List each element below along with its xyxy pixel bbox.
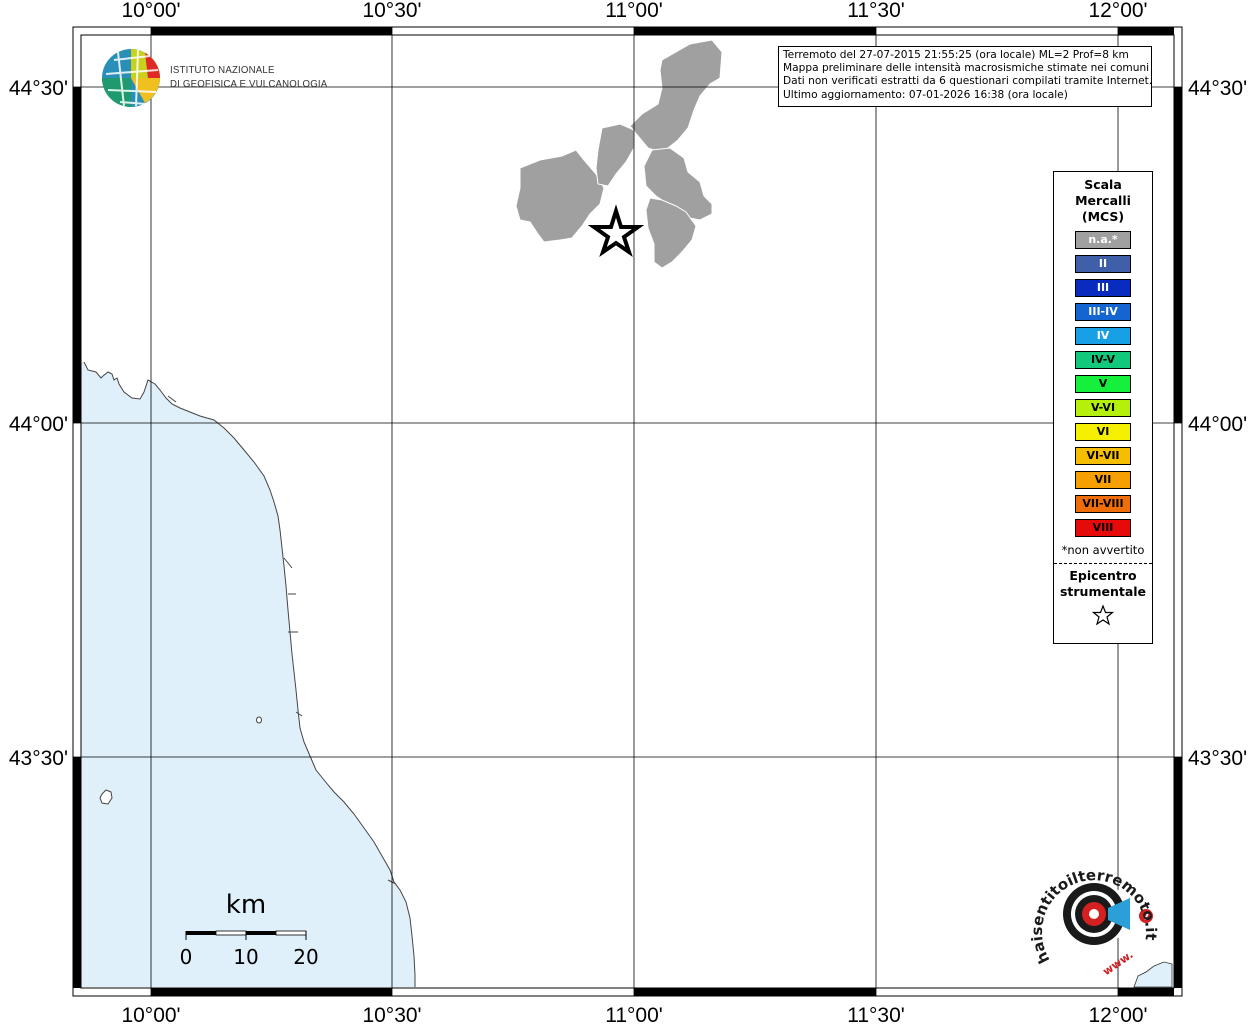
lon-label-top-5: 12°00' (1088, 0, 1147, 22)
legend-title-line3: (MCS) (1081, 209, 1125, 224)
hsit-logo-icon: ? haisentitoilterremoto.it www. (1028, 866, 1160, 978)
event-info-line2: Mappa preliminare delle intensità macros… (783, 62, 1150, 75)
legend-item-ii: II (1075, 255, 1131, 273)
legend-items: n.a.* II III III-IV IV IV-V V V-VI VI VI-VII VII VI… (1054, 231, 1152, 537)
mcs-legend: Scala Mercalli (MCS) n.a.* II III III-IV IV I… (1053, 171, 1153, 644)
lon-label-bottom-1: 10°00' (121, 1004, 180, 1024)
epicenter-star-icon[interactable] (587, 204, 645, 258)
legend-title-line1: Scala (1084, 177, 1122, 192)
longitude-labels-top: 10°00' 10°30' 11°00' 11°30' 12°00' (121, 0, 1147, 22)
municipality-center[interactable] (595, 123, 635, 187)
sea-patch-east (1133, 961, 1173, 988)
latitude-labels-right: 44°30' 44°00' 43°30' (1188, 77, 1247, 770)
legend-item-v-vi: V-VI (1075, 399, 1131, 417)
legend-item-vi: VI (1075, 423, 1131, 441)
lon-label-bottom-4: 11°30' (847, 1004, 905, 1024)
legend-divider (1054, 563, 1152, 564)
legend-note: *non avvertito (1061, 543, 1145, 557)
lon-label-bottom-2: 10°30' (362, 1004, 421, 1024)
legend-item-iii-iv: III-IV (1075, 303, 1131, 321)
legend-item-v: V (1075, 375, 1131, 393)
scale-tick-10: 10 (233, 945, 258, 969)
legend-title: Scala Mercalli (MCS) (1054, 177, 1152, 225)
islet (256, 716, 262, 724)
ingv-logo-line1: ISTITUTO NAZIONALE (170, 64, 275, 76)
lat-label-right-2: 44°00' (1188, 413, 1247, 436)
event-info-box: Terremoto del 27-07-2015 21:55:25 (ora l… (778, 46, 1152, 107)
event-info-line3: Dati non verificati estratti da 6 questi… (783, 75, 1152, 88)
lat-label-left-2: 44°00' (9, 413, 68, 436)
legend-item-n-a: n.a.* (1075, 231, 1131, 249)
legend-item-iii: III (1075, 279, 1131, 297)
legend-item-iv-v: IV-V (1075, 351, 1131, 369)
lon-label-top-2: 10°30' (362, 0, 421, 22)
ingv-logo-line2: DI GEOFISICA E VULCANOLOGIA (170, 78, 328, 90)
scale-unit: km (226, 890, 266, 920)
scale-tick-20: 20 (293, 945, 318, 969)
ingv-logo-icon (102, 49, 160, 107)
lat-label-left-3: 43°30' (9, 747, 68, 770)
municipality-west[interactable] (515, 149, 605, 243)
legend-item-vii-viii: VII-VIII (1075, 495, 1131, 513)
legend-title-line2: Mercalli (1075, 193, 1131, 208)
lon-label-top-4: 11°30' (847, 0, 905, 22)
legend-item-viii: VIII (1075, 519, 1131, 537)
legend-item-vii: VII (1075, 471, 1131, 489)
scale-tick-0: 0 (180, 945, 193, 969)
lon-label-top-3: 11°00' (605, 0, 663, 22)
legend-item-vi-vii: VI-VII (1075, 447, 1131, 465)
legend-epicenter-label: Epicentro strumentale (1054, 568, 1152, 600)
latitude-labels-left: 44°30' 44°00' 43°30' (9, 77, 68, 770)
event-info-line4: Ultimo aggiornamento: 07-01-2026 16:38 (… (783, 88, 1068, 101)
lat-label-right-1: 44°30' (1188, 77, 1247, 100)
legend-star-icon (1054, 604, 1152, 630)
ingv-logo-text: ISTITUTO NAZIONALE DI GEOFISICA E VULCAN… (170, 63, 327, 91)
lon-label-bottom-3: 11°00' (605, 1004, 663, 1024)
lat-label-right-3: 43°30' (1188, 747, 1247, 770)
legend-epicenter-line2: strumentale (1059, 584, 1147, 599)
longitude-labels-bottom: 10°00' 10°30' 11°00' 11°30' 12°00' (121, 1004, 1147, 1024)
lon-label-bottom-5: 12°00' (1088, 1004, 1147, 1024)
municipality-north[interactable] (629, 39, 723, 153)
event-info-line1: Terremoto del 27-07-2015 21:55:25 (ora l… (783, 49, 1129, 61)
lat-label-left-1: 44°30' (9, 77, 68, 100)
lon-label-top-1: 10°00' (121, 0, 180, 22)
legend-item-iv: IV (1075, 327, 1131, 345)
legend-epicenter-line1: Epicentro (1069, 568, 1137, 583)
